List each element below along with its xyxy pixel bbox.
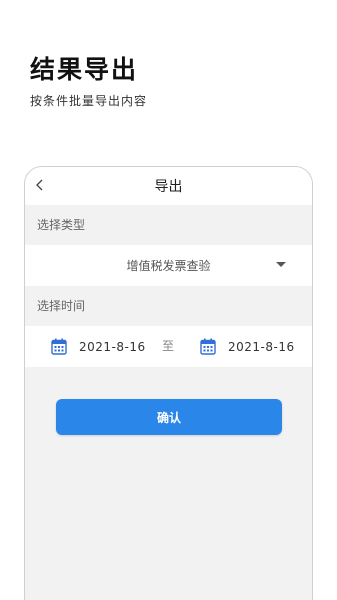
invoice-type-value: 增值税发票查验 (126, 259, 211, 273)
promo-subtitle: 按条件批量导出内容 (30, 94, 148, 108)
end-date-picker[interactable]: 2021-8-16 (200, 326, 295, 367)
end-date-value: 2021-8-16 (228, 339, 295, 354)
confirm-button[interactable]: 确认 (56, 399, 282, 435)
nav-bar: 导出 (25, 167, 312, 205)
page-title: 导出 (154, 179, 183, 195)
calendar-icon (200, 338, 216, 355)
caret-down-icon (276, 262, 286, 267)
calendar-icon (51, 338, 67, 355)
start-date-value: 2021-8-16 (79, 339, 146, 354)
date-separator: 至 (162, 339, 175, 353)
start-date-picker[interactable]: 2021-8-16 (51, 326, 146, 367)
promo-title: 结果导出 (30, 55, 139, 84)
date-range-row: 2021-8-16 至 2021-8-16 (25, 326, 312, 367)
phone-screen: 导出 选择类型 增值税发票查验 选择时间 2021-8-16 至 2021-8-… (24, 166, 313, 600)
type-section-label: 选择类型 (25, 205, 312, 245)
chevron-left-icon[interactable] (33, 177, 47, 193)
invoice-type-select[interactable]: 增值税发票查验 (25, 245, 312, 286)
promo-header: 结果导出 按条件批量导出内容 (30, 54, 147, 109)
time-section-label: 选择时间 (25, 286, 312, 326)
